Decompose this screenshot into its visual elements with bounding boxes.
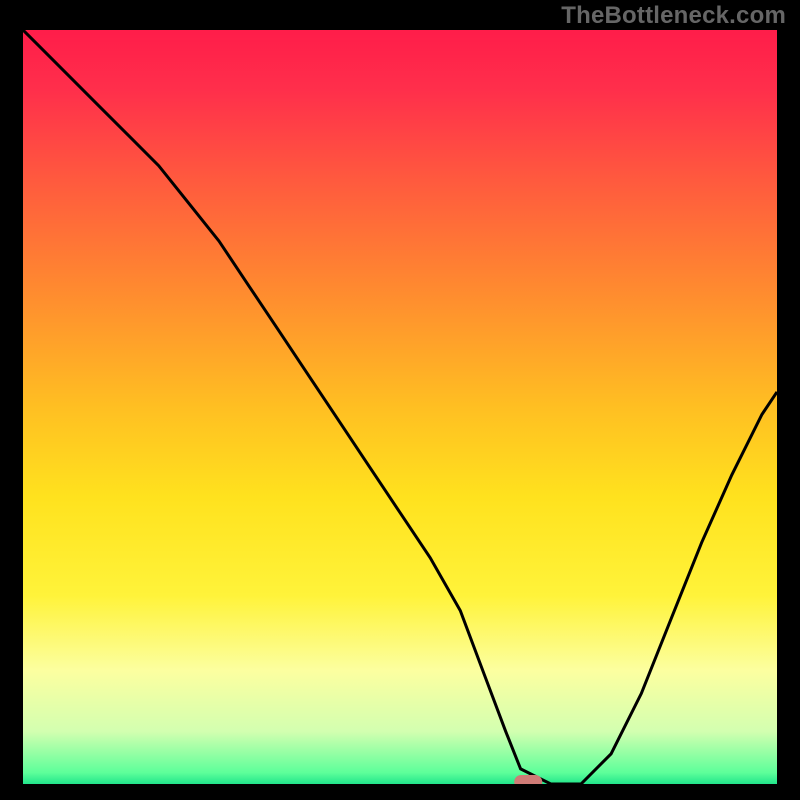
bottleneck-chart <box>0 0 800 800</box>
watermark-label: TheBottleneck.com <box>561 2 786 30</box>
chart-container: TheBottleneck.com <box>0 0 800 800</box>
